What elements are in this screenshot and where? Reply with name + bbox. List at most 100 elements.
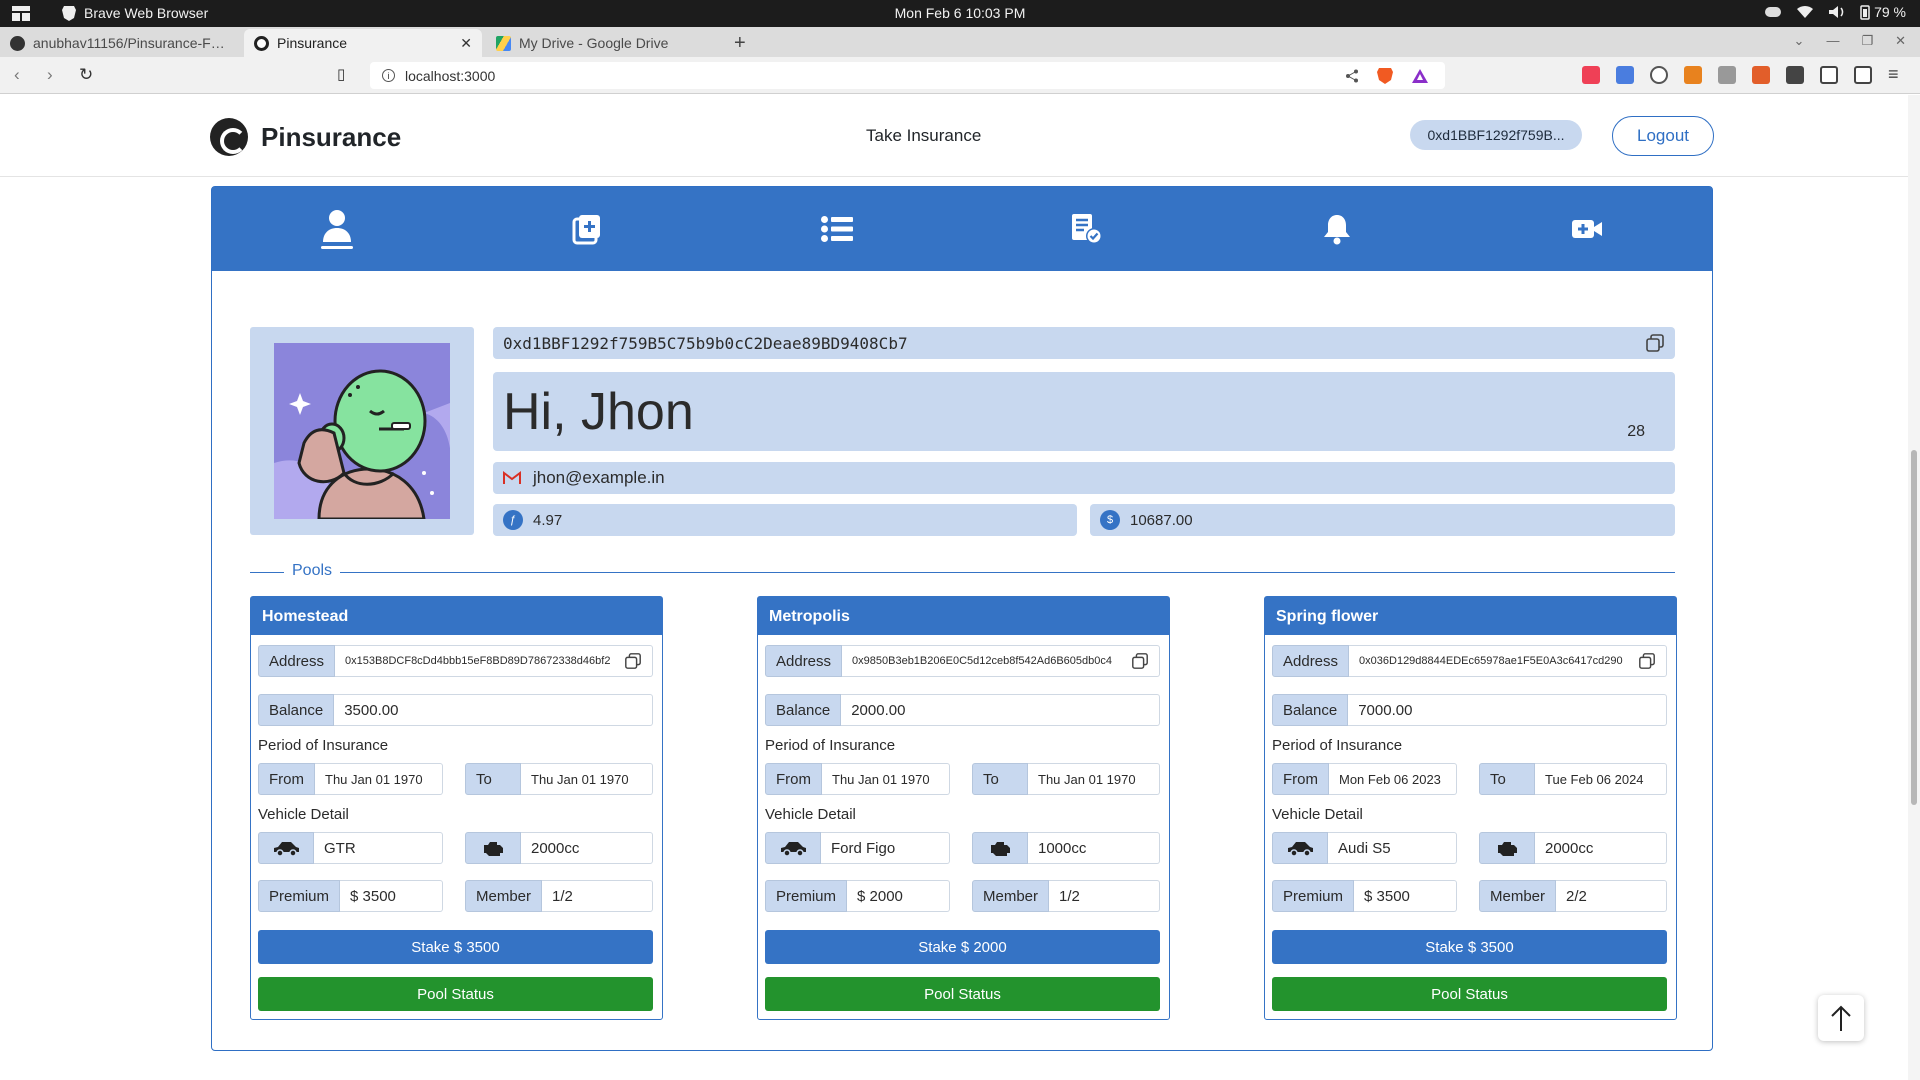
brand-logo[interactable]: Pinsurance <box>210 118 401 156</box>
car-icon <box>1272 832 1328 864</box>
tab-github[interactable]: anubhav11156/Pinsurance-F… <box>0 29 240 57</box>
tab-label: Pinsurance <box>277 35 348 51</box>
copy-icon[interactable] <box>624 652 642 670</box>
copy-icon[interactable] <box>1638 652 1656 670</box>
pool-address: 0x036D129d8844EDEc65978ae1F5E0A3c6417cd2… <box>1359 655 1623 667</box>
extension-on-icon[interactable] <box>1752 66 1770 84</box>
system-tray[interactable]: 79 % <box>1764 4 1906 20</box>
address-bar[interactable]: i localhost:3000 <box>370 62 1445 89</box>
scroll-to-top-button[interactable] <box>1818 995 1864 1041</box>
bookmark-icon[interactable]: ▯ <box>337 65 345 83</box>
nav-video-call[interactable] <box>1462 187 1712 271</box>
account-address-pill[interactable]: 0xd1BBF1292f759B... <box>1410 120 1582 150</box>
brave-rewards-icon[interactable] <box>1411 68 1429 84</box>
premium-value: $ 3500 <box>340 880 443 912</box>
pool-card-homestead: Homestead Address 0x153B8DCF8cDd4bbb15eF… <box>250 596 663 1020</box>
pocket-icon[interactable] <box>1582 66 1600 84</box>
minimize-icon[interactable]: — <box>1826 33 1839 49</box>
scrollbar-thumb[interactable] <box>1911 450 1917 805</box>
stake-button[interactable]: Stake $ 3500 <box>258 930 653 964</box>
battery-icon <box>1860 5 1870 20</box>
brave-shields-icon[interactable] <box>1377 67 1393 85</box>
extensions-icon[interactable] <box>1786 66 1804 84</box>
pool-status-button[interactable]: Pool Status <box>765 977 1160 1011</box>
vehicle-label: Vehicle Detail <box>258 806 349 823</box>
nav-notifications[interactable] <box>1212 187 1462 271</box>
logout-button[interactable]: Logout <box>1612 116 1714 156</box>
pool-address-group: Address 0x153B8DCF8cDd4bbb15eF8BD89D7867… <box>258 645 653 677</box>
tab-search-icon[interactable]: ⌄ <box>1794 33 1805 49</box>
from-date: Thu Jan 01 1970 <box>822 763 950 795</box>
restore-icon[interactable]: ❐ <box>1861 33 1873 49</box>
pool-balance-label: Balance <box>765 694 842 726</box>
pool-address-label: Address <box>258 645 336 677</box>
pool-balance-label: Balance <box>258 694 335 726</box>
discord-icon <box>1765 7 1782 17</box>
member-label: Member <box>972 880 1050 912</box>
car-icon <box>258 832 314 864</box>
forward-icon[interactable]: › <box>47 65 53 85</box>
premium-group: Premium $ 3500 <box>258 880 443 912</box>
vehicle-model-group: GTR <box>258 832 443 864</box>
pool-balance-label: Balance <box>1272 694 1349 726</box>
engine-capacity: 2000cc <box>521 832 653 864</box>
tab-google-drive[interactable]: My Drive - Google Drive <box>486 29 722 57</box>
vehicle-model: Audi S5 <box>1328 832 1457 864</box>
close-tab-icon[interactable]: ✕ <box>460 35 472 52</box>
notification-bell-icon <box>1324 215 1350 245</box>
nav-profile[interactable] <box>212 187 462 271</box>
copy-icon[interactable] <box>1131 652 1149 670</box>
wifi-icon <box>1797 5 1814 18</box>
period-label: Period of Insurance <box>1272 737 1403 754</box>
member-group: Member 1/2 <box>465 880 653 912</box>
copy-icon[interactable] <box>1645 333 1665 353</box>
wallet-icon[interactable] <box>1854 66 1872 84</box>
pinsurance-logo-icon <box>210 118 248 156</box>
metamask-icon[interactable] <box>1684 66 1702 84</box>
site-info-icon[interactable]: i <box>382 69 395 82</box>
sidebar-icon[interactable] <box>1820 66 1838 84</box>
system-clock[interactable]: Mon Feb 6 10:03 PM <box>0 5 1920 21</box>
pool-balance-group: Balance 7000.00 <box>1272 694 1667 726</box>
page-scrollbar[interactable] <box>1908 95 1920 1080</box>
claims-check-icon <box>1072 214 1102 244</box>
volume-icon <box>1829 6 1844 18</box>
tab-pinsurance[interactable]: Pinsurance ✕ <box>244 29 482 57</box>
vehicle-model-group: Audi S5 <box>1272 832 1457 864</box>
take-insurance-link[interactable]: Take Insurance <box>866 126 981 146</box>
pool-status-button[interactable]: Pool Status <box>1272 977 1667 1011</box>
premium-group: Premium $ 3500 <box>1272 880 1457 912</box>
pools-heading: Pools <box>284 562 341 580</box>
stake-button[interactable]: Stake $ 2000 <box>765 930 1160 964</box>
back-icon[interactable]: ‹ <box>14 65 20 85</box>
new-tab-button[interactable]: + <box>734 32 746 55</box>
translate-icon[interactable] <box>1616 66 1634 84</box>
pool-address-group: Address 0x036D129d8844EDEc65978ae1F5E0A3… <box>1272 645 1667 677</box>
from-label: From <box>765 763 822 795</box>
stake-button[interactable]: Stake $ 3500 <box>1272 930 1667 964</box>
member-label: Member <box>1479 880 1557 912</box>
share-icon[interactable] <box>1345 69 1359 83</box>
native-balance: 4.97 <box>533 511 563 529</box>
reload-icon[interactable]: ↻ <box>79 65 93 85</box>
from-date-group: From Thu Jan 01 1970 <box>765 763 950 795</box>
nav-list[interactable] <box>712 187 962 271</box>
engine-capacity: 2000cc <box>1535 832 1667 864</box>
to-date: Thu Jan 01 1970 <box>521 763 653 795</box>
member-label: Member <box>465 880 543 912</box>
extension-puzzle-gray-icon[interactable] <box>1718 66 1736 84</box>
extension-circle-icon[interactable] <box>1650 66 1668 84</box>
site-header: Pinsurance Take Insurance 0xd1BBF1292f75… <box>0 95 1908 177</box>
premium-value: $ 3500 <box>1354 880 1457 912</box>
pool-status-button[interactable]: Pool Status <box>258 977 653 1011</box>
url-text: localhost:3000 <box>405 67 496 84</box>
nav-claims[interactable] <box>962 187 1212 271</box>
token-balance-field: $ 10687.00 <box>1090 504 1675 536</box>
email-field: jhon@example.in <box>493 462 1675 494</box>
nav-add-insurance[interactable] <box>462 187 712 271</box>
vehicle-label: Vehicle Detail <box>1272 806 1363 823</box>
menu-icon[interactable]: ≡ <box>1888 65 1906 84</box>
google-drive-icon <box>496 35 511 51</box>
close-window-icon[interactable]: ✕ <box>1895 33 1906 49</box>
pool-name: Homestead <box>251 597 662 635</box>
